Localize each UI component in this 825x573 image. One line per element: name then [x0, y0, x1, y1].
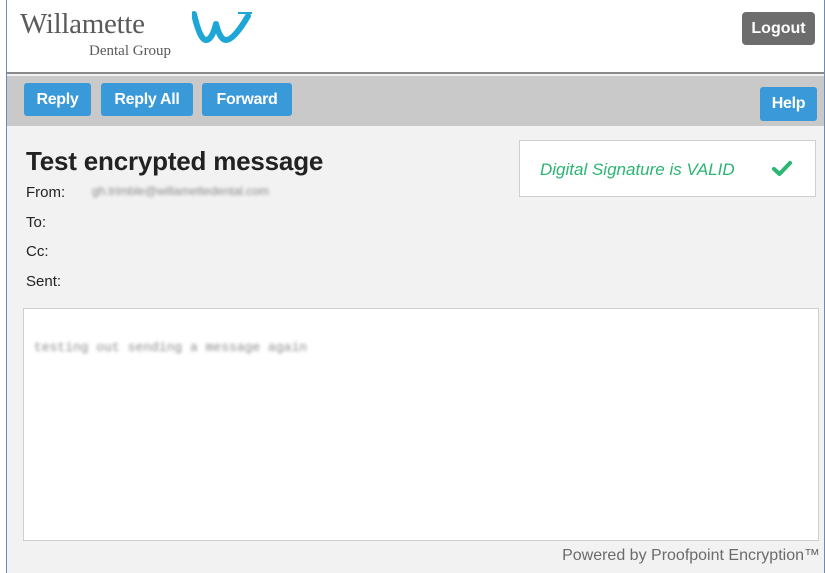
powered-by-footer: Powered by Proofpoint Encryption™: [562, 547, 820, 564]
sent-label: Sent:: [26, 273, 62, 290]
to-label: To:: [26, 214, 47, 231]
message-toolbar: Reply Reply All Forward Help: [7, 76, 824, 126]
forward-button[interactable]: Forward: [202, 83, 292, 116]
logo-name: Willamette: [20, 8, 145, 40]
digital-signature-status: Digital Signature is VALID: [519, 140, 816, 197]
message-body: testing out sending a message again: [23, 308, 819, 541]
reply-button[interactable]: Reply: [24, 83, 91, 116]
logo-subtitle: Dental Group: [89, 43, 172, 59]
signature-status-text: Digital Signature is VALID: [540, 160, 735, 179]
app-header: Willamette Dental Group Logout: [7, 0, 824, 74]
cc-label: Cc:: [26, 243, 49, 260]
logout-button[interactable]: Logout: [742, 12, 815, 45]
checkmark-icon: [772, 161, 792, 176]
help-button[interactable]: Help: [760, 87, 817, 121]
from-label: From:: [26, 184, 66, 201]
reply-all-button[interactable]: Reply All: [101, 83, 193, 116]
willamette-logo: Willamette Dental Group: [20, 8, 280, 66]
logo-w-icon: [192, 11, 252, 43]
from-address: gh.trimble@willamettedental.com: [92, 184, 269, 198]
message-subject: Test encrypted message: [26, 146, 324, 176]
message-body-text: testing out sending a message again: [34, 340, 308, 355]
email-viewer-window: Willamette Dental Group Logout Reply Rep…: [6, 0, 825, 573]
